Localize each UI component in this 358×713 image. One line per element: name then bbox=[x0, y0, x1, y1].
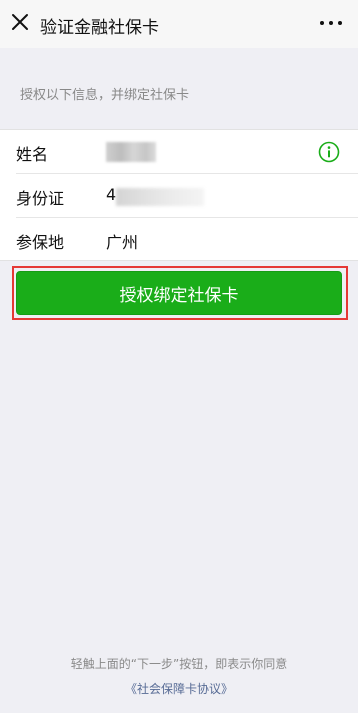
close-icon[interactable] bbox=[8, 10, 32, 34]
page-title: 验证金融社保卡 bbox=[40, 18, 159, 38]
id-row: 身份证 4 bbox=[0, 174, 358, 218]
id-value: 4 bbox=[106, 185, 117, 204]
agreement-link[interactable]: 《社会保障卡协议》 bbox=[0, 680, 358, 697]
nav-bar: 验证金融社保卡 bbox=[0, 0, 358, 48]
name-value-masked bbox=[106, 142, 156, 162]
authorize-bind-button[interactable]: 授权绑定社保卡 bbox=[16, 271, 342, 315]
authorization-hint: 授权以下信息，并绑定社保卡 bbox=[20, 88, 190, 103]
more-icon[interactable] bbox=[320, 13, 342, 33]
id-label: 身份证 bbox=[16, 189, 65, 208]
more-dot bbox=[320, 21, 324, 25]
region-row: 参保地 广州 bbox=[0, 218, 358, 262]
footer-notice: 轻触上面的“下一步”按钮，即表示你同意 bbox=[70, 657, 288, 671]
region-label: 参保地 bbox=[16, 233, 65, 252]
info-card: 姓名 身份证 4 参保地 广州 bbox=[0, 129, 358, 261]
name-label: 姓名 bbox=[16, 145, 49, 164]
more-dot bbox=[329, 21, 333, 25]
more-dot bbox=[338, 21, 342, 25]
id-value-masked bbox=[116, 188, 204, 206]
info-icon[interactable] bbox=[318, 141, 340, 163]
region-value: 广州 bbox=[106, 233, 139, 252]
name-row: 姓名 bbox=[0, 130, 358, 174]
